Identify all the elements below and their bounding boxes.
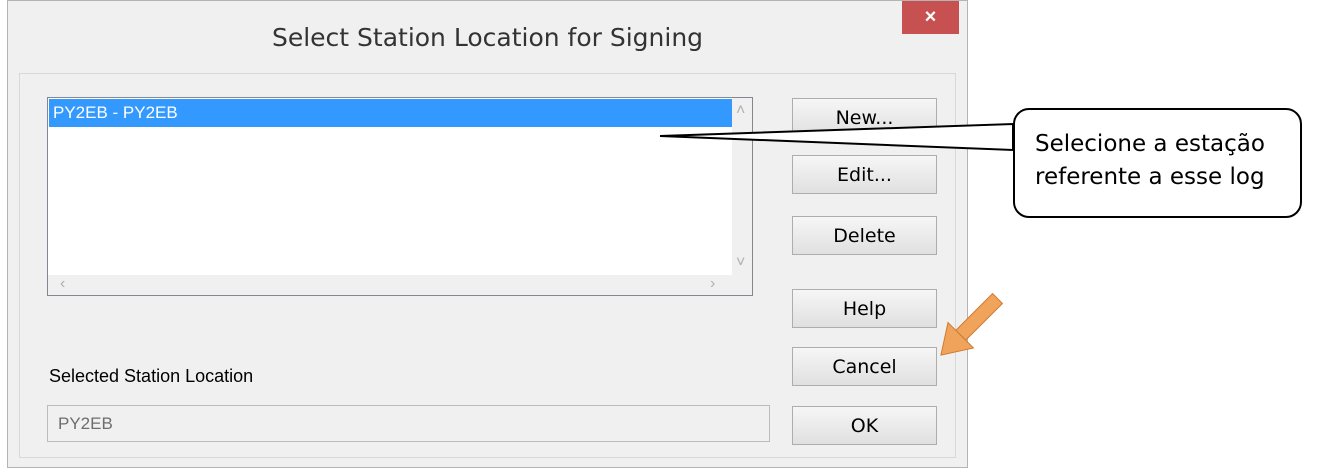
annotation-layer — [659, 122, 1014, 356]
callout-line-2: referente a esse log — [1035, 164, 1265, 190]
arrow-down-left-icon — [940, 292, 1004, 356]
callout-line-1: Selecione a estação — [1035, 131, 1265, 157]
annotation-callout: Selecione a estação referente a esse log — [1013, 108, 1302, 218]
callout-pointer — [659, 122, 1014, 152]
